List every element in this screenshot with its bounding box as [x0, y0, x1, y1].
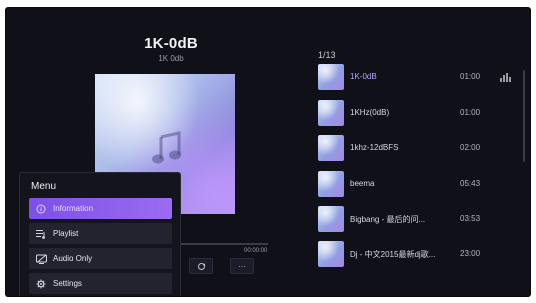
playback-time: 00:00:00: [244, 248, 268, 254]
playlist-item[interactable]: 1khz-12dBFS 02:00: [318, 135, 518, 161]
info-icon: [35, 203, 47, 215]
playlist-icon: [35, 228, 47, 240]
menu-item-audio-only[interactable]: Audio Only: [29, 248, 172, 269]
playlist-scrollbar[interactable]: [523, 70, 525, 162]
track-name: Dj - 中文2015最新dj歌...: [350, 250, 436, 259]
track-duration: 03:53: [460, 214, 481, 223]
track-duration: 02:00: [460, 143, 481, 152]
track-name: Bigbang - 最后的问...: [350, 215, 426, 224]
menu-title: Menu: [31, 181, 57, 192]
tv-screen: 1K-0dB 1K 0db 00:00:00 ··· 1/13 1K-0dB 0…: [6, 8, 530, 296]
playlist-counter: 1/13: [318, 50, 336, 60]
progress-bar[interactable]: [174, 243, 268, 245]
menu-item-label: Information: [53, 204, 94, 213]
menu-item-label: Settings: [53, 279, 82, 288]
track-thumbnail: [318, 241, 344, 267]
track-thumbnail: [318, 206, 344, 232]
track-duration: 05:43: [460, 179, 481, 188]
menu-item-label: Playlist: [53, 229, 79, 238]
track-thumbnail: [318, 100, 344, 126]
now-playing-subtitle: 1K 0db: [158, 54, 184, 63]
repeat-icon: [197, 262, 206, 270]
music-note-icon: [152, 131, 181, 164]
playlist-item[interactable]: Dj - 中文2015最新dj歌... 23:00: [318, 241, 518, 267]
options-menu: Menu Information Playlist Audio Only Set…: [19, 172, 181, 296]
playlist-item[interactable]: Bigbang - 最后的问... 03:53: [318, 206, 518, 232]
now-playing-eq-icon: [500, 73, 512, 82]
track-thumbnail: [318, 64, 344, 90]
more-button[interactable]: ···: [230, 258, 254, 274]
more-icon: ···: [238, 261, 246, 271]
settings-icon: [35, 278, 47, 290]
track-thumbnail: [318, 171, 344, 197]
menu-item-settings[interactable]: Settings: [29, 273, 172, 294]
track-duration: 01:00: [460, 72, 481, 81]
menu-item-playlist[interactable]: Playlist: [29, 223, 172, 244]
track-thumbnail: [318, 135, 344, 161]
track-name: 1K-0dB: [350, 72, 377, 81]
track-duration: 23:00: [460, 249, 481, 258]
playlist-item[interactable]: 1K-0dB 01:00: [318, 64, 518, 90]
audio-only-icon: [35, 253, 47, 265]
now-playing-title: 1K-0dB: [144, 35, 198, 52]
track-name: beema: [350, 179, 375, 188]
playlist-item[interactable]: beema 05:43: [318, 171, 518, 197]
repeat-button[interactable]: [189, 258, 213, 274]
track-name: 1KHz(0dB): [350, 108, 390, 117]
playlist-item[interactable]: 1KHz(0dB) 01:00: [318, 100, 518, 126]
track-duration: 01:00: [460, 108, 481, 117]
menu-item-label: Audio Only: [53, 254, 93, 263]
menu-item-information[interactable]: Information: [29, 198, 172, 219]
track-name: 1khz-12dBFS: [350, 143, 399, 152]
